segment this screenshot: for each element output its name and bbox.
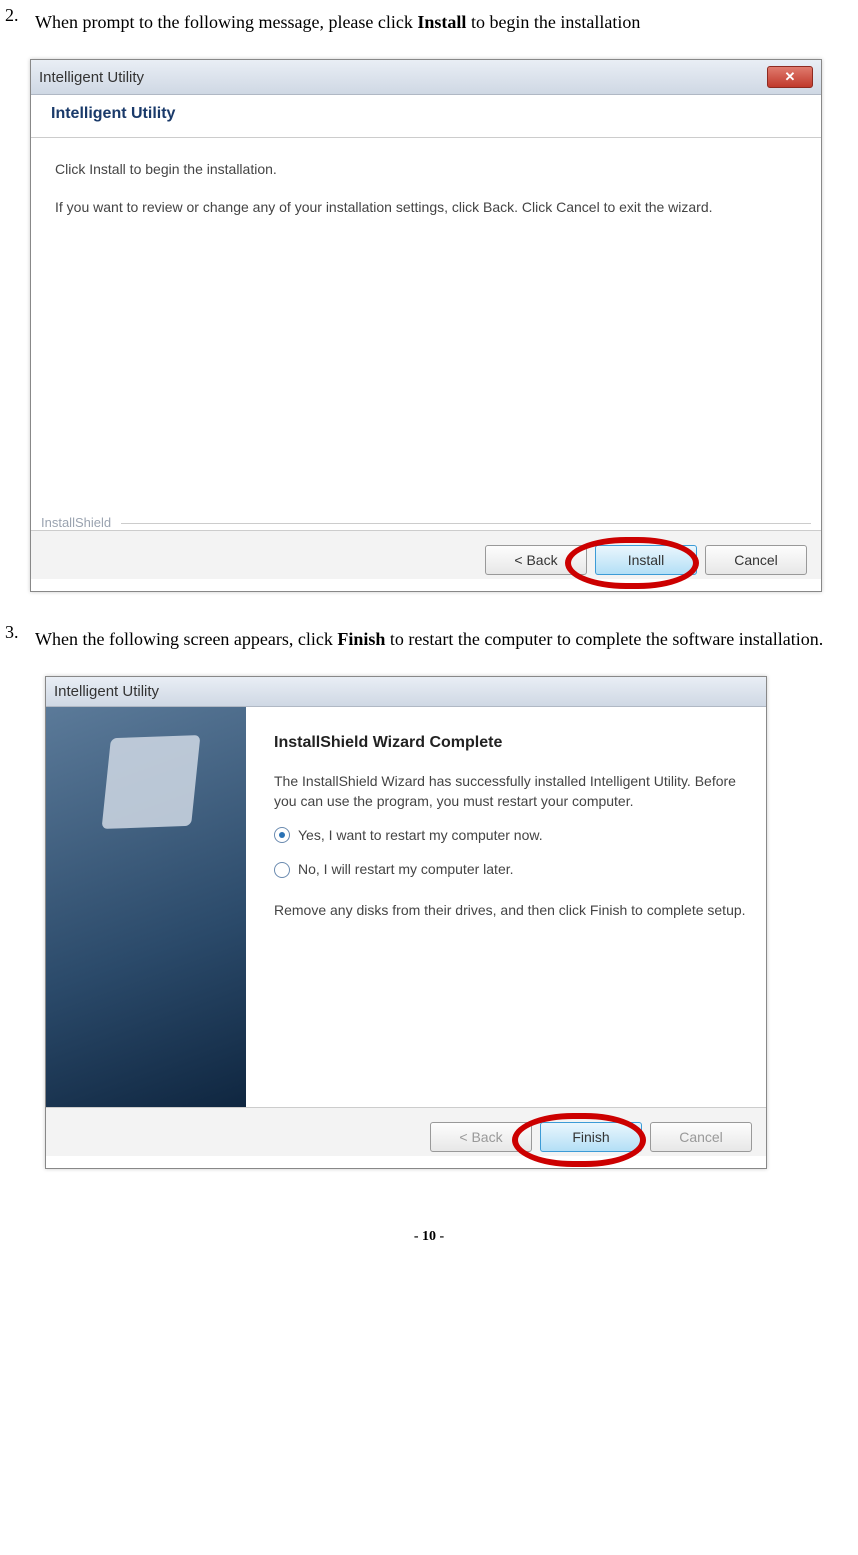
step-text: When the following screen appears, click… [35,622,853,656]
step-number: 3. [5,622,35,656]
close-button[interactable]: ✕ [767,66,813,88]
titlebar: Intelligent Utility [46,677,766,707]
install-button[interactable]: Install [595,545,697,575]
restart-now-label: Yes, I want to restart my computer now. [298,825,543,845]
cancel-label: Cancel [734,552,778,568]
button-row: < Back Install Cancel [31,530,821,579]
dialog1-line1: Click Install to begin the installation. [55,160,797,180]
radio-icon [274,862,290,878]
step3-post: to restart the computer to complete the … [385,629,823,649]
step2-bold: Install [417,12,466,32]
step-text: When prompt to the following message, pl… [35,5,853,39]
back-button[interactable]: < Back [485,545,587,575]
install-dialog: Intelligent Utility ✕ Intelligent Utilit… [30,59,822,592]
dialog1-line2: If you want to review or change any of y… [55,198,797,218]
restart-later-label: No, I will restart my computer later. [298,859,514,879]
wizard-logo-icon [102,735,201,829]
close-icon: ✕ [785,69,796,85]
step-number: 2. [5,5,35,39]
restart-later-option[interactable]: No, I will restart my computer later. [274,859,746,879]
window-title: Intelligent Utility [39,69,144,86]
step-2: 2. When prompt to the following message,… [5,5,853,39]
install-label: Install [628,552,665,568]
cancel-label: Cancel [679,1129,723,1145]
divider [121,523,811,524]
titlebar: Intelligent Utility ✕ [31,60,821,95]
button-row: < Back Finish Cancel [46,1107,766,1156]
radio-icon [274,827,290,843]
cancel-button: Cancel [650,1122,752,1152]
window-title: Intelligent Utility [54,683,159,700]
back-label: < Back [459,1129,502,1145]
step3-bold: Finish [337,629,385,649]
restart-now-option[interactable]: Yes, I want to restart my computer now. [274,825,746,845]
remove-disks-text: Remove any disks from their drives, and … [274,900,746,920]
page-number: - 10 - [5,1229,853,1245]
step2-post: to begin the installation [466,12,640,32]
wizard-side-art [46,707,246,1107]
back-button: < Back [430,1122,532,1152]
wizard-complete-para: The InstallShield Wizard has successfull… [274,771,746,812]
finish-label: Finish [572,1129,609,1145]
step3-pre: When the following screen appears, click [35,629,337,649]
finish-dialog: Intelligent Utility InstallShield Wizard… [45,676,767,1169]
cancel-button[interactable]: Cancel [705,545,807,575]
step-3: 3. When the following screen appears, cl… [5,622,853,656]
finish-button[interactable]: Finish [540,1122,642,1152]
wizard-complete-heading: InstallShield Wizard Complete [274,731,746,754]
back-label: < Back [514,552,557,568]
step2-pre: When prompt to the following message, pl… [35,12,417,32]
dialog-header: Intelligent Utility [31,95,821,138]
